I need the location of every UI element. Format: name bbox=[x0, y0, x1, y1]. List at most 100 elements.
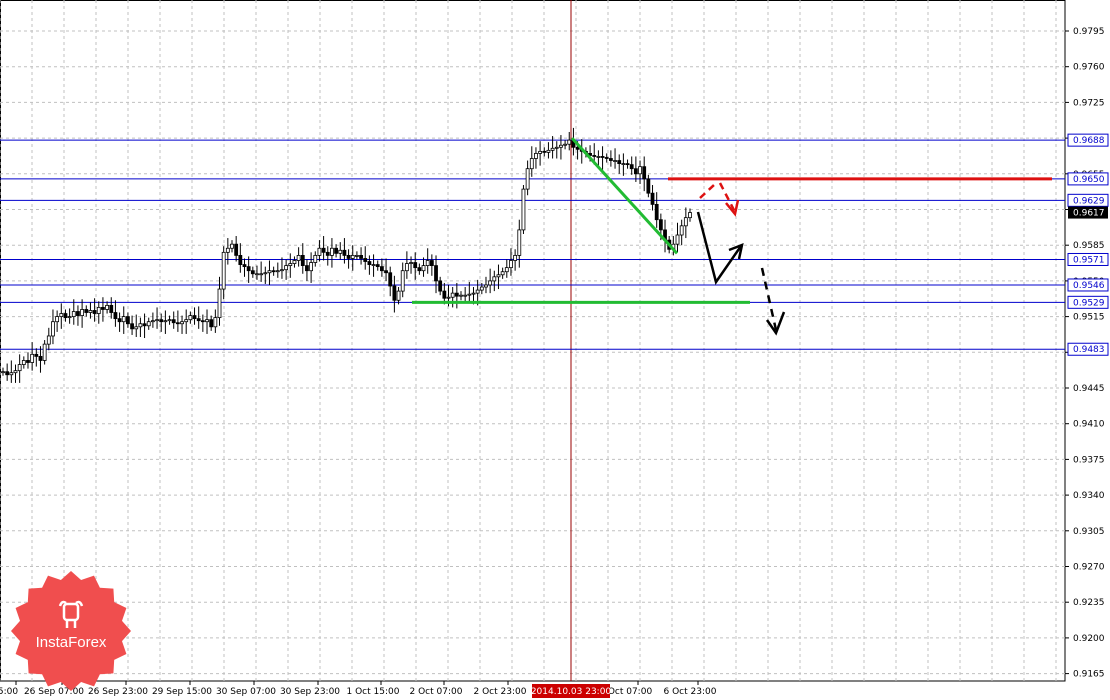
candle-body bbox=[513, 254, 518, 261]
candle-body bbox=[1, 371, 5, 374]
candle-body bbox=[117, 318, 122, 323]
candle-body bbox=[642, 166, 647, 180]
candle-body bbox=[288, 263, 293, 266]
candle-body bbox=[259, 273, 264, 276]
candle-body bbox=[621, 163, 626, 166]
candle-body bbox=[559, 144, 563, 148]
level-label: 0.9529 bbox=[1073, 298, 1105, 308]
y-tick-label: 0.9235 bbox=[1073, 598, 1105, 608]
candle-body bbox=[434, 265, 438, 282]
x-tick-label: 30 Sep 23:00 bbox=[280, 687, 340, 697]
candle-body bbox=[113, 312, 118, 320]
candle-body bbox=[567, 139, 572, 145]
candle-body bbox=[450, 292, 455, 298]
candle-body bbox=[42, 343, 47, 361]
candle-body bbox=[608, 158, 613, 161]
x-tick-label: 2 Oct 07:00 bbox=[410, 687, 463, 697]
candle-body bbox=[305, 265, 309, 272]
candle-body bbox=[388, 272, 393, 287]
candle-body bbox=[313, 254, 318, 263]
candle-body bbox=[59, 313, 64, 318]
candle-body bbox=[409, 262, 413, 264]
candle-body bbox=[267, 270, 272, 274]
candle-body bbox=[155, 319, 159, 322]
y-tick-label: 0.9200 bbox=[1073, 634, 1105, 644]
candle-body bbox=[30, 353, 35, 363]
candle-body bbox=[371, 264, 376, 266]
candle-body bbox=[375, 264, 380, 268]
candle-body bbox=[51, 321, 55, 337]
x-tick-label: 29 Sep 15:00 bbox=[152, 687, 212, 697]
candle-body bbox=[688, 212, 692, 219]
candle-body bbox=[234, 243, 239, 256]
candle-body bbox=[101, 307, 105, 310]
candle-body bbox=[167, 319, 172, 322]
candle-body bbox=[80, 309, 85, 316]
candle-body bbox=[200, 320, 205, 323]
candle-body bbox=[196, 318, 201, 322]
candle-body bbox=[71, 311, 76, 317]
candle-body bbox=[679, 225, 684, 236]
candle-body bbox=[492, 276, 497, 282]
candle-body bbox=[500, 271, 505, 276]
candle-body bbox=[96, 307, 101, 314]
candle-body bbox=[242, 264, 247, 268]
candle-body bbox=[529, 158, 534, 170]
candle-body bbox=[479, 286, 484, 291]
candle-body bbox=[379, 266, 384, 272]
candle-body bbox=[596, 156, 601, 158]
candle-body bbox=[629, 164, 634, 170]
candle-body bbox=[600, 156, 605, 158]
candle-body bbox=[38, 355, 43, 361]
cursor-date-label: 2014.10.03 23:00 bbox=[531, 687, 612, 697]
x-tick-label: 30 Sep 07:00 bbox=[216, 687, 276, 697]
candle-body bbox=[76, 311, 80, 316]
candle-body bbox=[13, 370, 18, 374]
price-chart: 0.97950.97600.97250.96900.96550.96200.95… bbox=[0, 0, 1109, 698]
candle-body bbox=[146, 321, 151, 327]
candle-body bbox=[46, 335, 51, 345]
candle-body bbox=[84, 309, 89, 313]
candle-body bbox=[163, 320, 168, 323]
level-label: 0.9650 bbox=[1073, 175, 1105, 185]
candle-body bbox=[604, 157, 609, 159]
candle-body bbox=[192, 315, 197, 320]
candle-body bbox=[205, 319, 209, 323]
candle-body bbox=[554, 146, 559, 149]
current-price-label: 0.9617 bbox=[1073, 209, 1105, 219]
candle-body bbox=[550, 147, 555, 151]
candle-body bbox=[454, 292, 459, 297]
level-label: 0.9546 bbox=[1073, 281, 1105, 291]
candle-body bbox=[263, 272, 268, 275]
candle-body bbox=[238, 254, 243, 265]
candle-body bbox=[63, 313, 68, 319]
candle-body bbox=[517, 229, 522, 256]
candle-body bbox=[250, 270, 255, 275]
x-tick-label: 2 Oct 23:00 bbox=[474, 687, 527, 697]
candle-body bbox=[509, 260, 513, 269]
candle-body bbox=[675, 234, 680, 245]
candle-body bbox=[280, 269, 284, 272]
candle-body bbox=[317, 247, 322, 256]
candle-body bbox=[67, 316, 72, 319]
candle-body bbox=[521, 188, 526, 231]
candle-body bbox=[55, 316, 60, 323]
candle-body bbox=[546, 149, 551, 153]
y-tick-label: 0.9375 bbox=[1073, 455, 1105, 465]
candle-body bbox=[221, 251, 226, 290]
candle-body bbox=[683, 217, 688, 227]
candle-body bbox=[400, 270, 405, 292]
y-tick-label: 0.9725 bbox=[1073, 98, 1105, 108]
candle-body bbox=[359, 254, 363, 259]
candle-body bbox=[504, 267, 509, 273]
candle-body bbox=[488, 280, 493, 286]
candle-body bbox=[296, 254, 301, 261]
y-tick-label: 0.9515 bbox=[1073, 313, 1105, 323]
candle-body bbox=[392, 285, 397, 301]
candle-body bbox=[171, 319, 176, 324]
candle-body bbox=[121, 316, 126, 323]
candle-body bbox=[617, 160, 622, 164]
level-label: 0.9688 bbox=[1073, 136, 1105, 146]
candle-body bbox=[446, 296, 451, 299]
y-tick-label: 0.9445 bbox=[1073, 384, 1105, 394]
